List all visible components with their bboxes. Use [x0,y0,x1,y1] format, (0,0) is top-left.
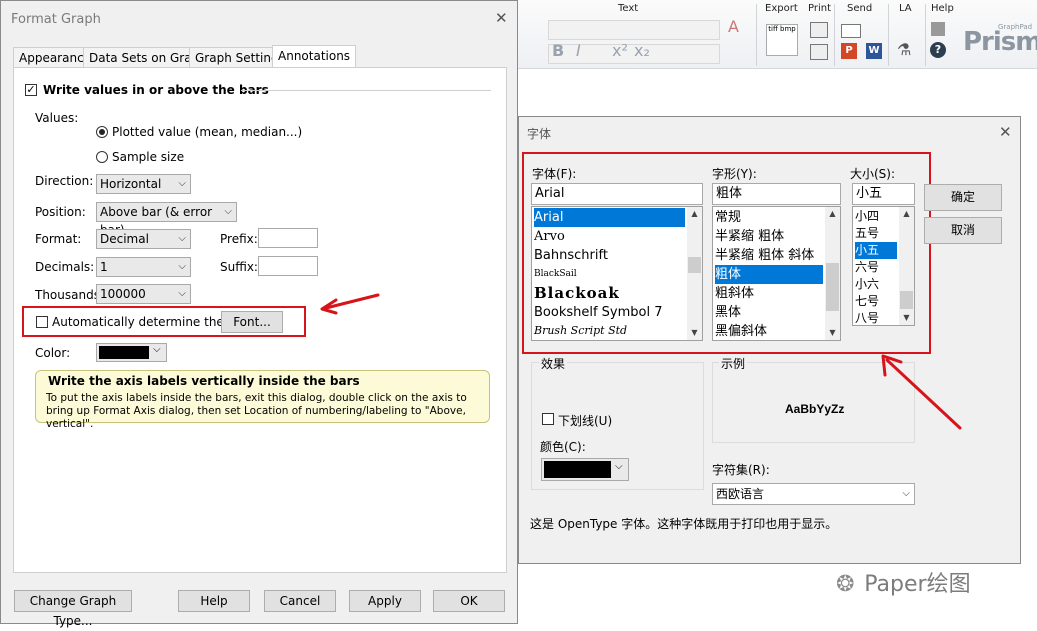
watermark-text: Paper绘图 [864,572,971,597]
wechat-watermark: ❂ Paper绘图 [836,566,971,598]
wechat-icon: ❂ [836,572,855,597]
red-arrow-icon [881,354,962,430]
annotation-arrows [320,293,962,430]
red-arrow-icon [320,293,380,315]
